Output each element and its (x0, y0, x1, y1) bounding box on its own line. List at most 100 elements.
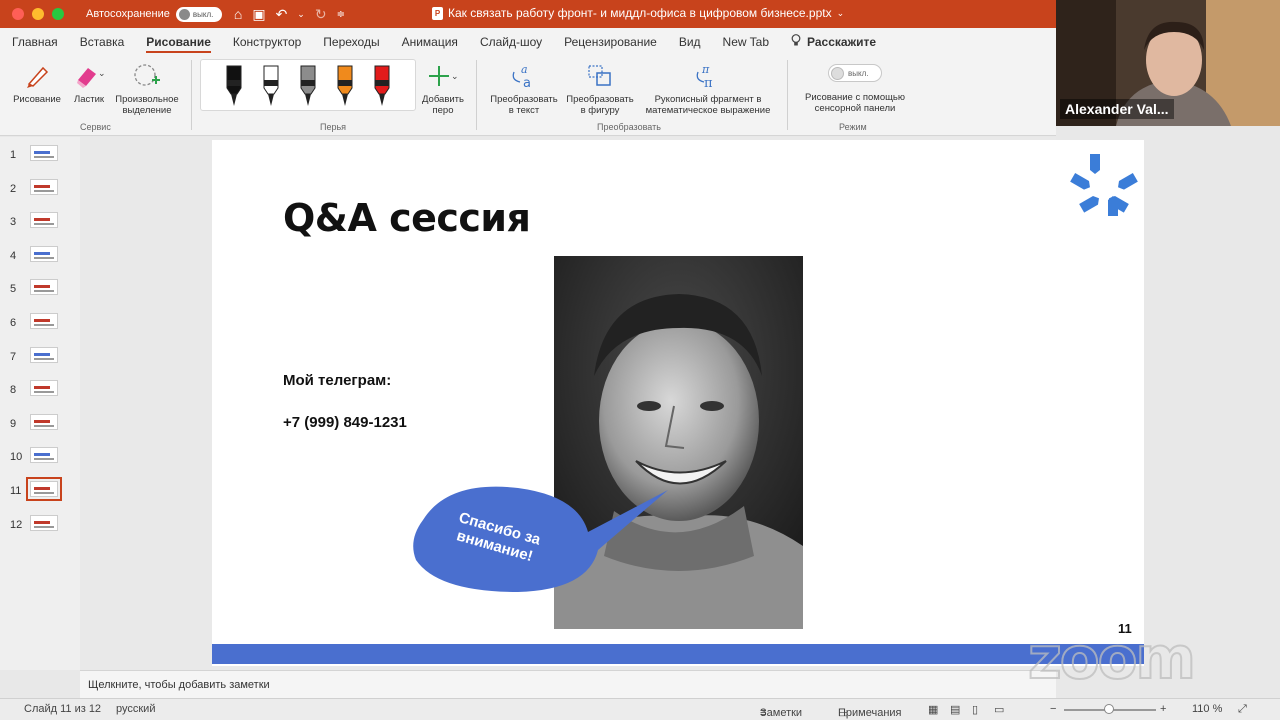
ink-to-math-button[interactable]: ππ Рукописный фрагмент в математическое … (640, 60, 776, 116)
ink-to-text-button[interactable]: aa Преобразовать в текст (486, 60, 562, 116)
tab-draw[interactable]: Рисование (146, 28, 211, 56)
eraser-button[interactable]: ⌄ Ластик (66, 60, 112, 105)
slide-thumbnail-image (30, 145, 58, 161)
pen-1-button[interactable] (219, 64, 249, 108)
telegram-label[interactable]: Мой телеграм: (283, 372, 391, 389)
tell-me[interactable]: Расскажите (791, 28, 876, 56)
home-icon[interactable]: ⌂ (234, 6, 242, 22)
lasso-label-line1: Произвольное (115, 94, 179, 105)
tab-view[interactable]: Вид (679, 28, 701, 56)
add-pen-label-line1: Добавить (422, 94, 464, 105)
customize-toolbar-icon[interactable]: ≑ (337, 9, 345, 20)
eraser-icon: ⌄ (66, 60, 112, 92)
tab-insert[interactable]: Вставка (80, 28, 125, 56)
slide[interactable]: Q&A сессия Мой телеграм: +7 (999) 849-12… (212, 140, 1144, 666)
slide-thumbnail[interactable]: 10 (0, 447, 80, 471)
slide-thumbnail[interactable]: 9 (0, 413, 80, 438)
notes-pane[interactable]: Щелкните, чтобы добавить заметки (80, 670, 1056, 698)
slideshow-view-icon[interactable]: ▭ (994, 703, 1004, 716)
slide-footer-bar (212, 644, 1144, 664)
quick-access-toolbar: ⌂ ▣ ↶ ⌄ ↻ ≑ (234, 6, 345, 23)
add-pen-button[interactable]: ⌄ Добавить перо (418, 60, 468, 116)
tab-review[interactable]: Рецензирование (564, 28, 657, 56)
language-indicator[interactable]: русский (116, 703, 155, 715)
ink-to-shape-button[interactable]: Преобразовать в фигуру (563, 60, 637, 116)
pen-4-button[interactable] (330, 64, 360, 108)
divider (191, 60, 192, 130)
redo-icon[interactable]: ↻ (315, 6, 327, 23)
slide-thumbnail[interactable]: 3 (0, 212, 80, 236)
slide-thumbnail-number: 10 (10, 451, 23, 464)
slide-thumbnail[interactable]: 2 (0, 178, 80, 203)
slide-thumbnail[interactable]: 11 (0, 477, 80, 505)
zoom-slider-thumb[interactable] (1104, 704, 1114, 714)
pen-2-button[interactable] (256, 64, 286, 108)
chevron-down-icon[interactable]: ⌄ (837, 8, 845, 19)
slide-thumbnail[interactable]: 5 (0, 279, 80, 303)
participant-name: Alexander Val... (1060, 99, 1174, 119)
touch-draw-label-line1: Рисование с помощью (804, 92, 905, 103)
pen-icon (337, 65, 353, 106)
autosave-label: Автосохранение (86, 8, 170, 20)
zoom-out-icon[interactable]: − (1050, 703, 1056, 715)
slide-thumbnail[interactable]: 7 (0, 346, 80, 371)
draw-button[interactable]: Рисование (10, 60, 64, 105)
divider (476, 60, 477, 130)
pen-5-button[interactable] (367, 64, 397, 108)
zoom-in-icon[interactable]: + (1160, 703, 1166, 715)
sorter-view-icon[interactable]: ▤ (950, 703, 960, 716)
slide-thumbnail-number: 4 (10, 249, 17, 262)
svg-text:π: π (704, 76, 713, 90)
slide-thumbnail-number: 2 (10, 182, 17, 195)
slide-thumbnail-number: 1 (10, 149, 17, 161)
maximize-window-button[interactable] (52, 8, 64, 20)
tab-new-tab[interactable]: New Tab (723, 28, 769, 56)
tab-slideshow[interactable]: Слайд-шоу (480, 28, 542, 56)
touch-draw-label-line2: сенсорной панели (814, 103, 896, 114)
slide-thumbnail-image (30, 413, 58, 430)
svg-text:π: π (701, 63, 710, 76)
slide-thumbnail-image (30, 212, 58, 229)
pen-icon (263, 65, 279, 106)
status-bar: Слайд 11 из 12 русский ≡ Заметки ▭ Приме… (0, 698, 1280, 720)
phone-number[interactable]: +7 (999) 849-1231 (283, 414, 407, 431)
pptx-file-icon: P (432, 6, 443, 20)
save-icon[interactable]: ▣ (252, 6, 265, 23)
autosave-toggle[interactable]: выкл. (175, 6, 222, 22)
pen-3-button[interactable] (293, 64, 323, 108)
fit-to-window-icon[interactable]: ⤢ (1238, 703, 1247, 716)
normal-view-icon[interactable]: ▦ (928, 703, 938, 716)
slide-thumbnail[interactable]: 1 (0, 145, 80, 169)
notes-toggle-label: Заметки (760, 707, 803, 719)
tab-home[interactable]: Главная (12, 28, 58, 56)
ink-to-text-label-line1: Преобразовать (490, 94, 558, 105)
chevron-down-icon[interactable]: ⌄ (297, 9, 305, 20)
slide-thumbnail[interactable]: 6 (0, 313, 80, 337)
pens-gallery (200, 59, 416, 111)
slide-thumbnail-image (30, 279, 58, 296)
ink-to-shape-icon (563, 60, 637, 92)
document-title-text: Как связать работу фронт- и миддл-офиса … (448, 6, 832, 20)
minimize-window-button[interactable] (32, 8, 44, 20)
tab-design[interactable]: Конструктор (233, 28, 301, 56)
slide-thumbnail[interactable]: 12 (0, 514, 80, 539)
title-bar: Автосохранение выкл. ⌂ ▣ ↶ ⌄ ↻ ≑ P Как с… (0, 0, 1056, 28)
tab-transitions[interactable]: Переходы (323, 28, 379, 56)
slide-title[interactable]: Q&A сессия (283, 196, 531, 240)
reading-view-icon[interactable]: ▯ (972, 703, 978, 716)
svg-text:a: a (523, 76, 531, 90)
lasso-select-button[interactable]: Произвольное выделение (112, 60, 182, 116)
window-controls (12, 8, 64, 20)
svg-text:a: a (521, 63, 528, 76)
close-window-button[interactable] (12, 8, 24, 20)
slide-thumbnail-image (30, 245, 58, 262)
zoom-level[interactable]: 110 % (1192, 703, 1222, 715)
slide-thumbnail[interactable]: 8 (0, 380, 80, 404)
slide-thumbnail[interactable]: 4 (0, 245, 80, 270)
undo-icon[interactable]: ↶ (276, 6, 288, 23)
slide-thumbnail-number: 8 (10, 384, 17, 397)
touch-draw-option: выкл. Рисование с помощью сенсорной пане… (796, 64, 914, 114)
tab-animations[interactable]: Анимация (402, 28, 458, 56)
touch-draw-toggle[interactable]: выкл. (828, 64, 882, 82)
slide-thumbnail-image (30, 447, 58, 464)
